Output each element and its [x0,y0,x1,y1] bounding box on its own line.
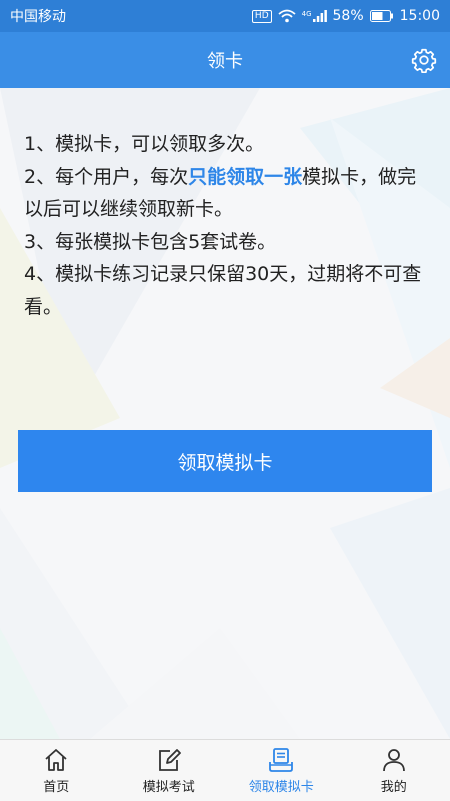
card-stack-icon [267,746,295,774]
network-type-label: 4G [302,10,312,18]
title-bar: 领卡 [0,32,450,88]
battery-icon [370,10,394,22]
hd-badge: HD [252,10,272,23]
rules-text: 1、模拟卡，可以领取多次。 2、每个用户，每次只能领取一张模拟卡，做完以后可以继… [24,128,430,323]
settings-button[interactable] [410,46,438,74]
home-icon [42,746,70,774]
rule-3: 3、每张模拟卡包含5套试卷。 [24,226,430,259]
tab-home[interactable]: 首页 [0,740,113,801]
rule-4: 4、模拟卡练习记录只保留30天，过期将不可查看。 [24,258,430,323]
rule-2: 2、每个用户，每次只能领取一张模拟卡，做完以后可以继续领取新卡。 [24,161,430,226]
tab-claim-card-label: 领取模拟卡 [249,776,314,795]
tab-claim-card[interactable]: 领取模拟卡 [225,740,338,801]
rule-1: 1、模拟卡，可以领取多次。 [24,128,430,161]
tab-home-label: 首页 [43,776,69,795]
person-icon [380,746,408,774]
main-content: 1、模拟卡，可以领取多次。 2、每个用户，每次只能领取一张模拟卡，做完以后可以继… [0,88,450,739]
edit-icon [155,746,183,774]
page-title: 领卡 [207,47,243,73]
tab-mine[interactable]: 我的 [338,740,450,801]
rule-2-highlight: 只能领取一张 [188,166,302,188]
claim-card-button[interactable]: 领取模拟卡 [18,430,432,492]
tab-mine-label: 我的 [381,776,407,795]
tab-mock-exam[interactable]: 模拟考试 [113,740,226,801]
cellular-signal-icon: 4G [302,10,327,22]
bottom-tab-bar: 首页 模拟考试 领取模拟卡 我的 [0,739,450,801]
clock: 15:00 [400,8,440,24]
gear-icon [411,47,437,73]
status-indicators: HD 4G 58% 15:00 [252,8,440,24]
rule-2-prefix: 2、每个用户，每次 [24,166,188,188]
wifi-icon [278,9,296,23]
battery-percent: 58% [333,8,364,24]
tab-mock-exam-label: 模拟考试 [143,776,195,795]
carrier-name: 中国移动 [10,6,66,26]
status-bar: 中国移动 HD 4G 58% 15 [0,0,450,32]
